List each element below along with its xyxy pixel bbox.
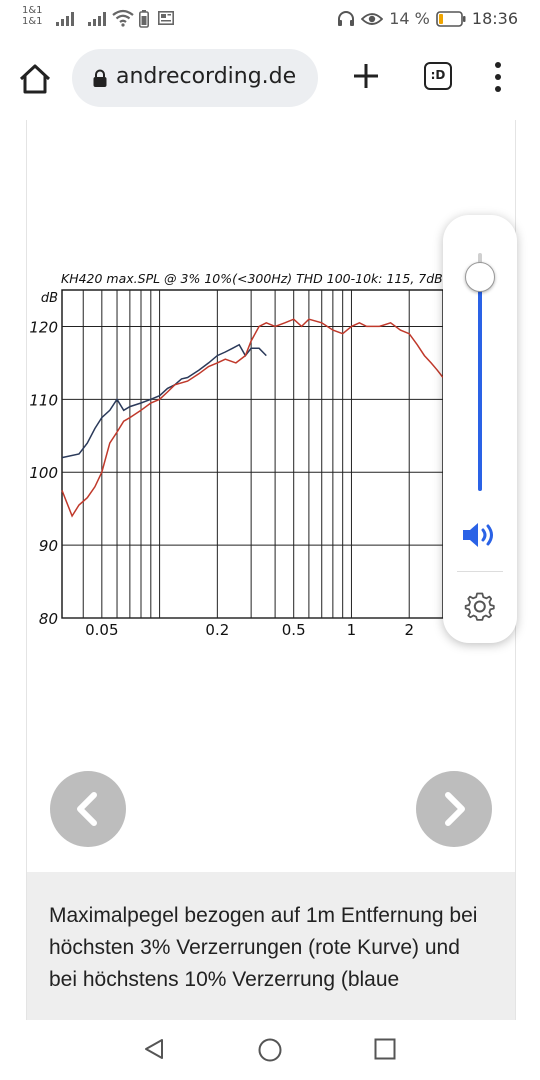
lock-icon bbox=[93, 69, 107, 87]
wifi-icon bbox=[112, 9, 134, 27]
volume-slider-thumb[interactable] bbox=[465, 261, 495, 292]
gear-icon[interactable] bbox=[463, 590, 497, 624]
battery-saver-icon bbox=[139, 10, 149, 28]
clock: 18:36 bbox=[471, 9, 518, 28]
browser-toolbar: andrecording.de :D bbox=[0, 40, 540, 116]
y-axis-label: dB bbox=[41, 291, 58, 306]
address-bar[interactable]: andrecording.de bbox=[72, 49, 318, 107]
signal-icon-2 bbox=[88, 12, 106, 26]
nav-home-icon[interactable] bbox=[257, 1037, 283, 1063]
system-nav-bar bbox=[0, 1020, 540, 1080]
tab-switcher-button[interactable]: :D bbox=[424, 62, 452, 90]
volume-panel bbox=[443, 215, 517, 643]
chevron-left-icon bbox=[77, 792, 97, 826]
caption-text: Maximalpegel bezogen auf 1m Entfernung b… bbox=[49, 904, 478, 991]
spl-chart: KH420 max.SPL @ 3% 10%(<300Hz) THD 100-1… bbox=[29, 271, 515, 639]
chart-labels: 12011010090800.050.20.512dBkHz bbox=[29, 291, 508, 639]
nav-recent-apps-icon[interactable] bbox=[374, 1038, 396, 1060]
status-bar: 1&1 1&1 14 % 18:36 bbox=[0, 0, 540, 40]
new-tab-icon[interactable] bbox=[350, 60, 382, 92]
volume-slider-fill bbox=[478, 276, 482, 491]
speaker-icon[interactable] bbox=[461, 520, 499, 550]
carrier-label: 1&1 1&1 bbox=[22, 5, 43, 27]
carrier-line-1: 1&1 bbox=[22, 5, 43, 16]
x-tick-label: 0.05 bbox=[85, 621, 118, 639]
y-tick-label: 110 bbox=[29, 391, 58, 409]
chart-series bbox=[61, 318, 444, 518]
y-tick-label: 80 bbox=[39, 610, 58, 628]
series-line-0 bbox=[61, 343, 267, 459]
previous-image-button[interactable] bbox=[50, 771, 126, 847]
next-image-button[interactable] bbox=[416, 771, 492, 847]
x-tick-label: 1 bbox=[347, 621, 357, 639]
x-tick-label: 0.5 bbox=[282, 621, 306, 639]
y-tick-label: 90 bbox=[39, 537, 58, 555]
overflow-menu-icon[interactable] bbox=[490, 60, 506, 94]
news-icon bbox=[158, 11, 174, 25]
image-caption: Maximalpegel bezogen auf 1m Entfernung b… bbox=[26, 872, 516, 1020]
x-tick-label: 0.2 bbox=[205, 621, 229, 639]
headphones-icon bbox=[338, 11, 355, 26]
chevron-right-icon bbox=[445, 792, 465, 826]
battery-percent: 14 % bbox=[389, 9, 430, 28]
volume-divider bbox=[457, 571, 503, 572]
home-icon[interactable] bbox=[16, 60, 54, 98]
x-tick-label: 2 bbox=[404, 621, 414, 639]
signal-icon bbox=[56, 12, 74, 26]
url-text: andrecording.de bbox=[116, 64, 297, 89]
y-tick-label: 120 bbox=[29, 318, 58, 336]
battery-icon bbox=[436, 10, 466, 27]
carrier-line-2: 1&1 bbox=[22, 16, 43, 27]
y-tick-label: 100 bbox=[29, 464, 58, 482]
nav-back-icon[interactable] bbox=[142, 1037, 166, 1061]
eye-icon bbox=[361, 12, 384, 25]
